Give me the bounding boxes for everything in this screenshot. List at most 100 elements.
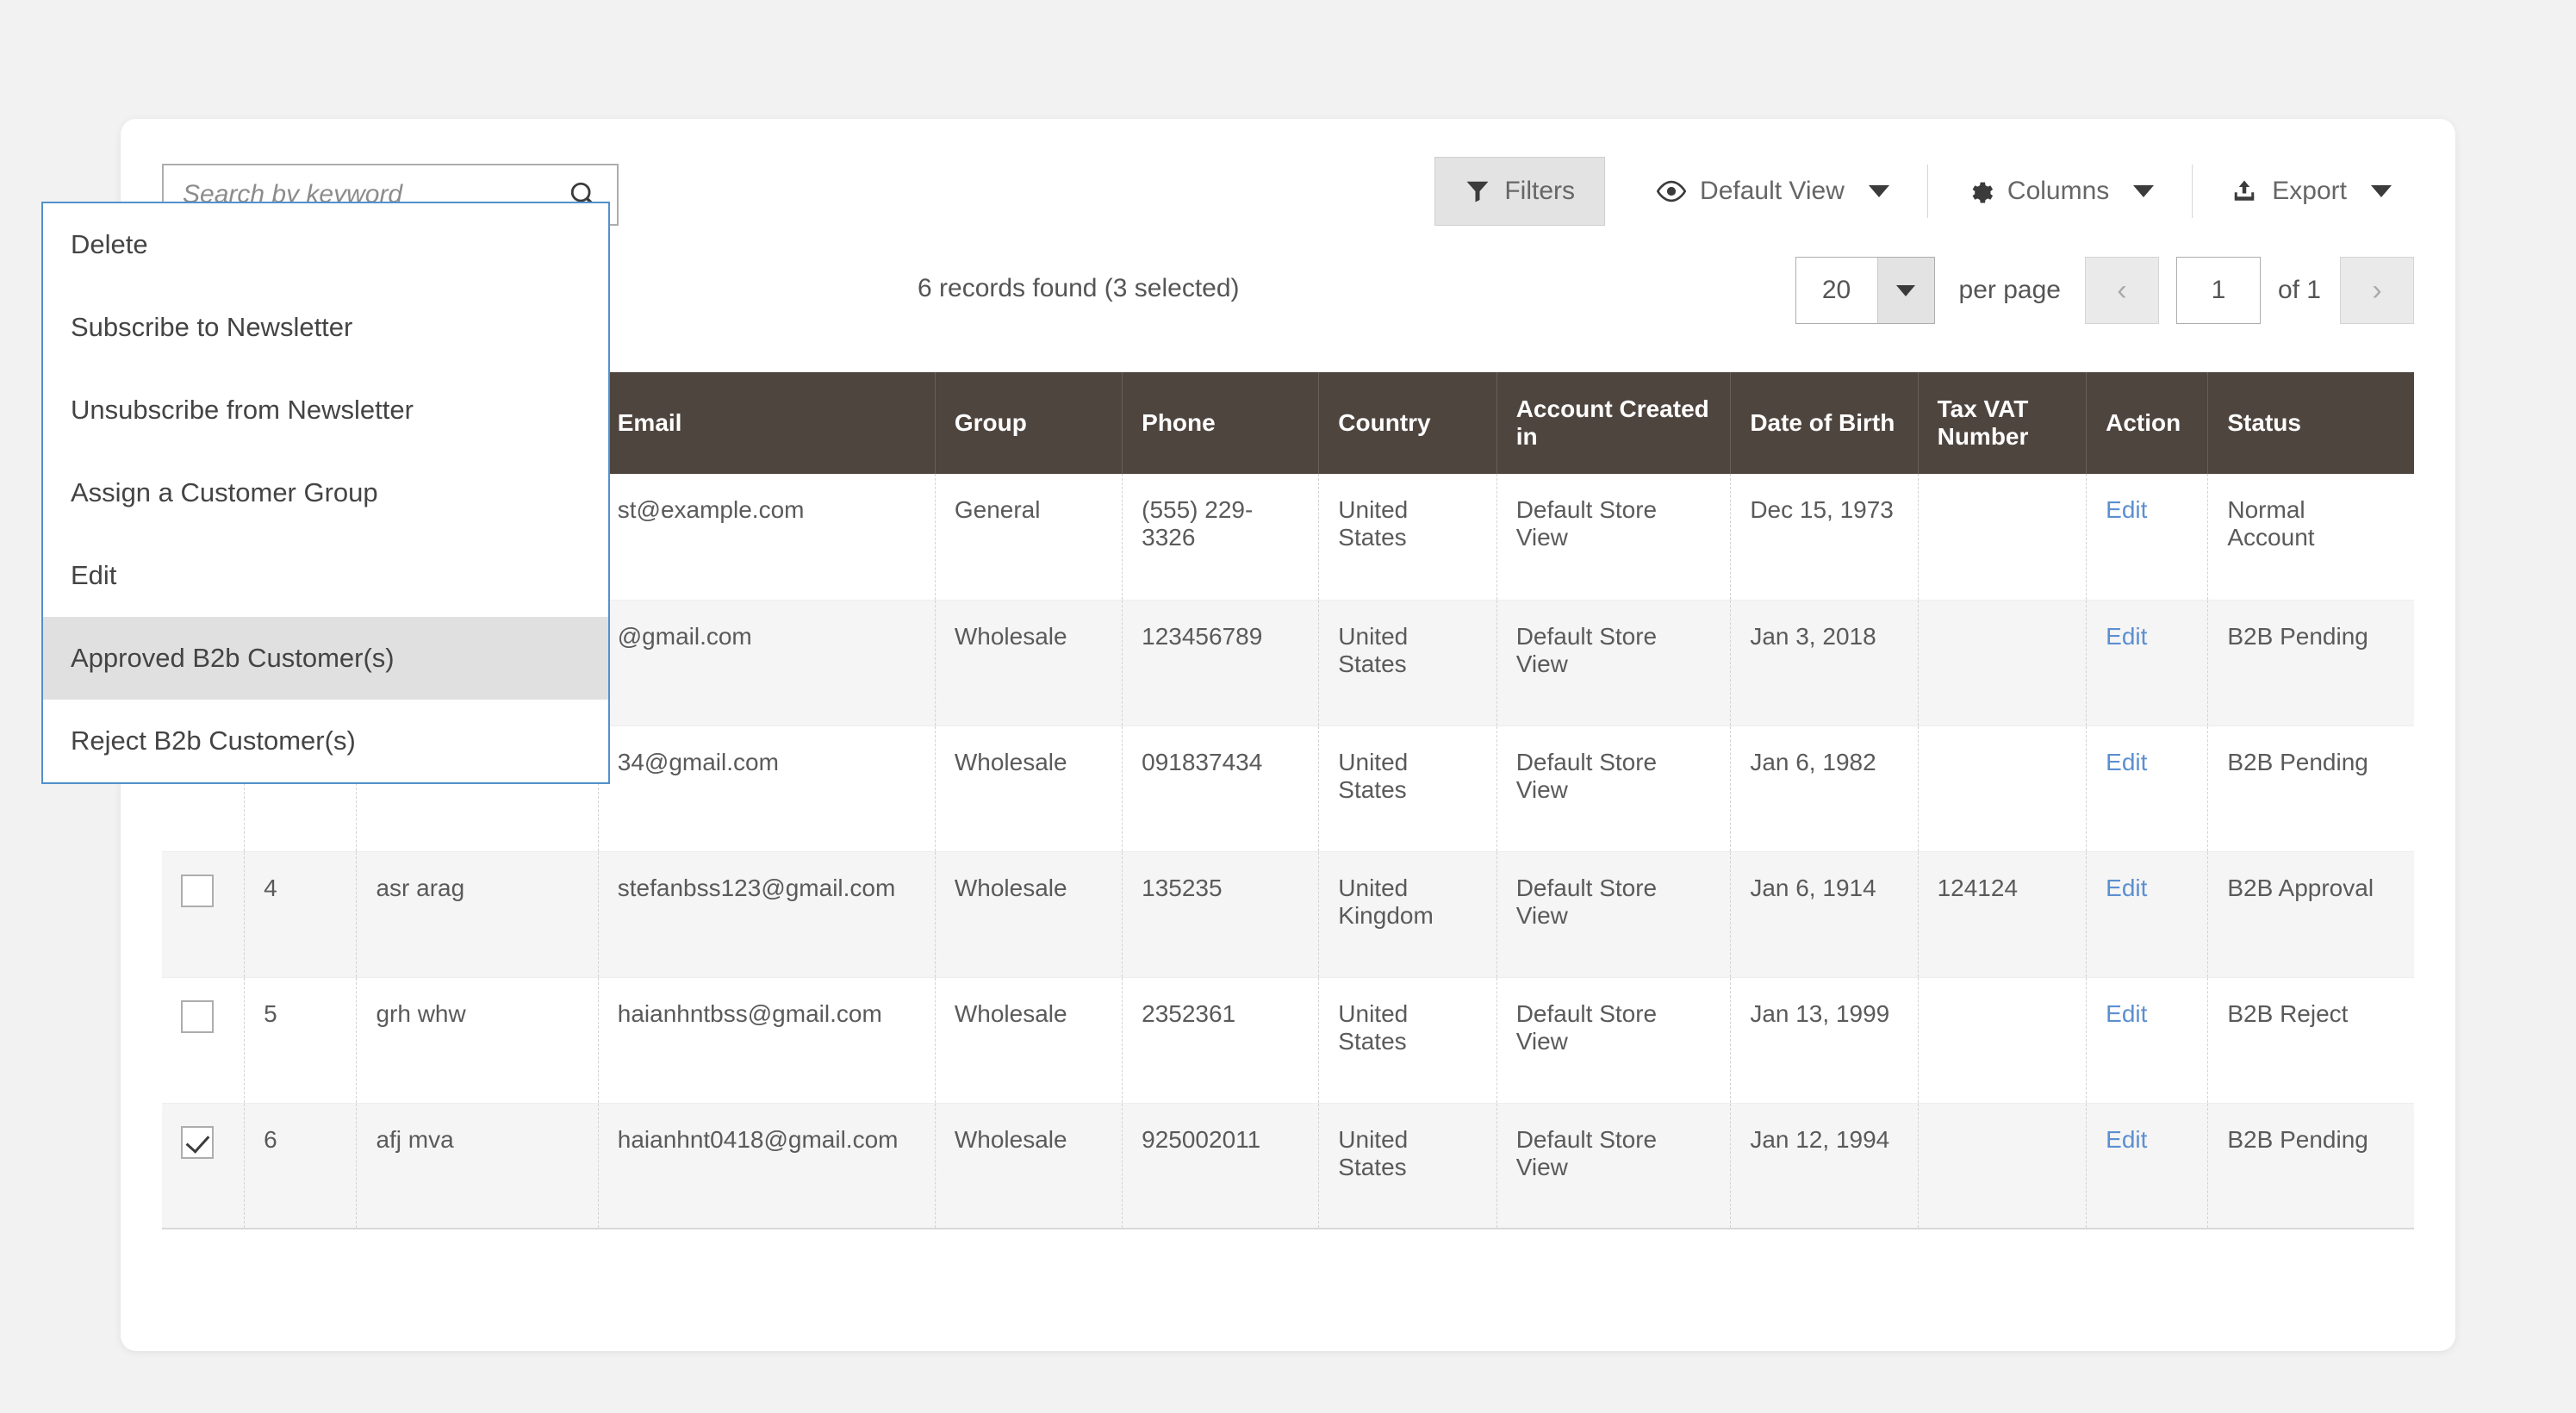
row-cell-group: Wholesale <box>935 725 1123 852</box>
row-cell-action: Edit <box>2086 474 2209 601</box>
actions-menu-item-label: Reject B2b Customer(s) <box>71 725 356 756</box>
actions-menu-item[interactable]: Subscribe to Newsletter <box>43 286 608 369</box>
row-cell-select[interactable] <box>162 851 246 978</box>
row-cell-account-created-in: Default Store View <box>1496 725 1732 852</box>
row-cell-email: stefanbss123@gmail.com <box>598 851 936 978</box>
row-cell-account-created-in: Default Store View <box>1496 1103 1732 1229</box>
row-cell-select[interactable] <box>162 977 246 1104</box>
column-header-status[interactable]: Status <box>2207 372 2414 474</box>
edit-link[interactable]: Edit <box>2106 1126 2147 1153</box>
row-cell-group: General <box>935 474 1123 601</box>
row-checkbox[interactable] <box>181 999 214 1033</box>
row-cell-name: afj mva <box>356 1103 599 1229</box>
row-cell-group: Wholesale <box>935 851 1123 978</box>
export-label: Export <box>2272 177 2347 205</box>
row-cell-email: haianhnt0418@gmail.com <box>598 1103 936 1229</box>
row-cell-date-of-birth: Jan 6, 1982 <box>1730 725 1919 852</box>
per-page-value: 20 <box>1821 276 1851 304</box>
row-cell-phone: 123456789 <box>1122 600 1320 726</box>
edit-link[interactable]: Edit <box>2106 496 2147 523</box>
actions-menu-item-label: Delete <box>71 229 148 259</box>
row-cell-id: 6 <box>244 1103 358 1229</box>
columns-button[interactable]: Columns <box>1944 157 2176 226</box>
row-cell-status: B2B Pending <box>2207 725 2414 852</box>
funnel-icon <box>1466 181 1489 202</box>
row-cell-status: B2B Pending <box>2207 1103 2414 1229</box>
row-cell-phone: (555) 229-3326 <box>1122 474 1320 601</box>
row-cell-country: United Kingdom <box>1318 851 1497 978</box>
column-header-group[interactable]: Group <box>935 372 1123 474</box>
pagination-controls: 20 per page ‹ of 1 › <box>1795 257 2414 324</box>
row-cell-tax-vat-number <box>1918 1103 2088 1229</box>
edit-link[interactable]: Edit <box>2106 623 2147 650</box>
edit-link[interactable]: Edit <box>2106 875 2147 901</box>
row-checkbox[interactable] <box>181 1125 214 1159</box>
row-cell-email: st@example.com <box>598 474 936 601</box>
column-header-country[interactable]: Country <box>1318 372 1497 474</box>
actions-menu-item[interactable]: Delete <box>43 203 608 286</box>
row-cell-phone: 925002011 <box>1122 1103 1320 1229</box>
default-view-label: Default View <box>1700 177 1845 205</box>
export-upload-icon <box>2235 180 2255 201</box>
row-cell-country: United States <box>1318 977 1497 1104</box>
row-cell-country: United States <box>1318 725 1497 852</box>
previous-page-button[interactable]: ‹ <box>2084 257 2159 324</box>
row-cell-country: United States <box>1318 474 1497 601</box>
row-cell-group: Wholesale <box>935 977 1123 1104</box>
edit-link[interactable]: Edit <box>2106 1000 2147 1027</box>
row-cell-country: United States <box>1318 1103 1497 1229</box>
column-header-date-of-birth[interactable]: Date of Birth <box>1730 372 1919 474</box>
columns-label: Columns <box>2007 177 2110 205</box>
row-cell-id: 4 <box>244 851 358 978</box>
row-cell-status: Normal Account <box>2207 474 2414 601</box>
actions-menu-item[interactable]: Reject B2b Customer(s) <box>43 700 608 782</box>
row-cell-date-of-birth: Dec 15, 1973 <box>1730 474 1919 601</box>
eye-icon <box>1657 180 1687 202</box>
toolbar-divider <box>2192 165 2193 218</box>
grid-toolbar: Filters Default View Columns Export <box>1434 157 2414 226</box>
toolbar-divider <box>1926 165 1928 218</box>
row-cell-group: Wholesale <box>935 1103 1123 1229</box>
per-page-label: per page <box>1958 276 2061 304</box>
row-cell-name: grh whw <box>356 977 599 1104</box>
row-cell-id: 5 <box>244 977 358 1104</box>
actions-menu-item-label: Approved B2b Customer(s) <box>71 643 395 673</box>
default-view-button[interactable]: Default View <box>1634 157 1912 226</box>
chevron-down-icon <box>1868 185 1889 197</box>
row-cell-tax-vat-number <box>1918 474 2088 601</box>
chevron-left-icon: ‹ <box>2117 273 2127 307</box>
filters-button[interactable]: Filters <box>1434 157 1606 226</box>
table-row[interactable]: 5 grh whw haianhntbss@gmail.com Wholesale 23… <box>162 977 2414 1104</box>
next-page-button[interactable]: › <box>2340 257 2414 324</box>
row-cell-status: B2B Reject <box>2207 977 2414 1104</box>
row-cell-email: @gmail.com <box>598 600 936 726</box>
row-cell-date-of-birth: Jan 13, 1999 <box>1730 977 1919 1104</box>
row-cell-action: Edit <box>2086 1103 2209 1229</box>
row-cell-email: 34@gmail.com <box>598 725 936 852</box>
row-cell-action: Edit <box>2086 600 2209 726</box>
column-header-tax-vat-number[interactable]: Tax VAT Number <box>1918 372 2088 474</box>
row-cell-action: Edit <box>2086 851 2209 978</box>
chevron-down-icon <box>2371 185 2392 197</box>
page-number-input[interactable] <box>2175 257 2261 324</box>
column-header-email[interactable]: Email <box>598 372 936 474</box>
edit-link[interactable]: Edit <box>2106 749 2147 775</box>
row-cell-phone: 091837434 <box>1122 725 1320 852</box>
filters-label: Filters <box>1504 177 1576 205</box>
row-cell-select[interactable] <box>162 1103 246 1229</box>
table-row[interactable]: 6 afj mva haianhnt0418@gmail.com Wholesale 9… <box>162 1103 2414 1229</box>
actions-menu-item[interactable]: Approved B2b Customer(s) <box>43 617 608 700</box>
row-cell-phone: 2352361 <box>1122 977 1320 1104</box>
table-row[interactable]: 4 asr arag stefanbss123@gmail.com Wholesale… <box>162 851 2414 978</box>
per-page-select[interactable]: 20 <box>1795 257 1935 324</box>
row-cell-date-of-birth: Jan 6, 1914 <box>1730 851 1919 978</box>
actions-menu-item[interactable]: Assign a Customer Group <box>43 451 608 534</box>
column-header-account-created-in[interactable]: Account Created in <box>1496 372 1732 474</box>
column-header-phone[interactable]: Phone <box>1122 372 1320 474</box>
per-page-toggle[interactable] <box>1876 258 1934 323</box>
export-button[interactable]: Export <box>2208 157 2414 226</box>
chevron-down-icon <box>2133 185 2155 197</box>
actions-menu-item[interactable]: Edit <box>43 534 608 617</box>
row-checkbox[interactable] <box>181 874 214 907</box>
actions-menu-item[interactable]: Unsubscribe from Newsletter <box>43 369 608 451</box>
